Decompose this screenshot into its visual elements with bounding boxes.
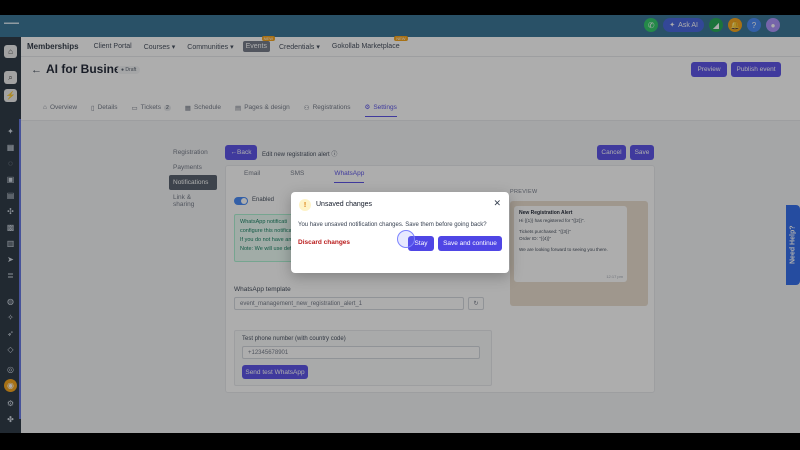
discard-changes-button[interactable]: Discard changes — [298, 239, 350, 246]
app-frame: ▬▬▬ ✆ ✦ Ask AI ◢ 🔔 ? ● ⌂ ⌕ ⚡ ✦ ▦ ◌ ▣ ▤ ✣ … — [0, 15, 800, 433]
warning-icon: ! — [299, 199, 311, 211]
dialog-message: You have unsaved notification changes. S… — [298, 222, 487, 228]
close-icon[interactable]: ✕ — [493, 198, 501, 209]
dialog-title: Unsaved changes — [316, 201, 373, 208]
save-and-continue-button[interactable]: Save and continue — [438, 236, 502, 251]
cursor-indicator — [397, 230, 415, 248]
